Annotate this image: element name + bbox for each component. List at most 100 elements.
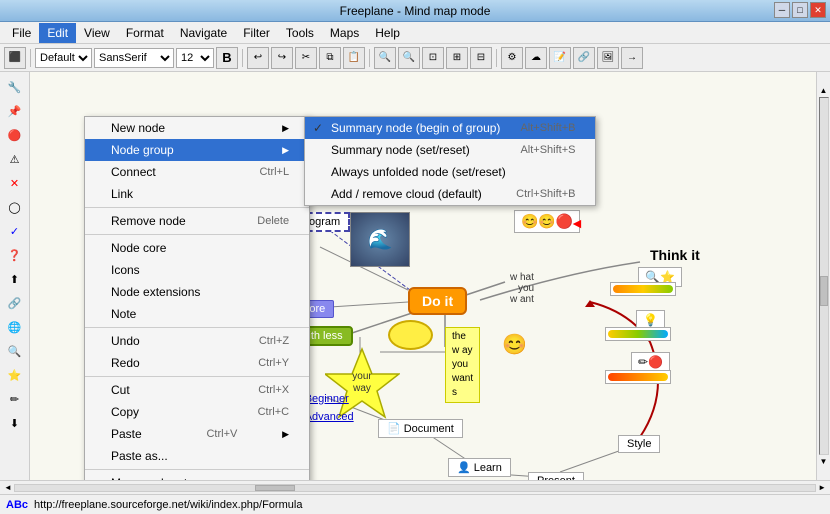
toolbar-copy[interactable]: ⧉ [319, 47, 341, 69]
minimize-button[interactable]: ─ [774, 2, 790, 18]
toolbar-btn-1[interactable]: ⬛ [4, 47, 26, 69]
yellow-cloud[interactable] [388, 320, 433, 350]
red-arrow-node[interactable]: ◄ [570, 215, 584, 231]
learn-node[interactable]: 👤 Learn [448, 458, 511, 477]
toolbar-cut[interactable]: ✂ [295, 47, 317, 69]
hscroll-left[interactable]: ◄ [4, 483, 12, 492]
icon-node-3[interactable]: ✏🔴 [631, 352, 670, 372]
sidebar: 🔧 📌 🔴 ⚠ ✕ ◯ ✓ ❓ ⬆ 🔗 🌐 🔍 ⭐ ✏ ⬇ [0, 72, 30, 480]
toolbar-zoom-in[interactable]: 🔍 [374, 47, 396, 69]
present-node[interactable]: Present [528, 472, 584, 480]
sidebar-btn-4[interactable]: ⚠ [4, 148, 26, 170]
menu-new-node[interactable]: New node ▶ [85, 117, 309, 139]
toolbar-zoom-out[interactable]: 🔍 [398, 47, 420, 69]
submenu-summary-set[interactable]: Summary node (set/reset) Alt+Shift+S [305, 139, 595, 161]
submenu-always-unfolded[interactable]: Always unfolded node (set/reset) [305, 161, 595, 183]
sidebar-btn-1[interactable]: 🔧 [4, 76, 26, 98]
bold-button[interactable]: B [216, 47, 238, 69]
menu-file[interactable]: File [4, 23, 39, 43]
menu-redo[interactable]: Redo Ctrl+Y [85, 352, 309, 374]
menu-remove-node[interactable]: Remove node Delete [85, 210, 309, 232]
hscroll-track[interactable] [14, 484, 816, 492]
maximize-button[interactable]: □ [792, 2, 808, 18]
sidebar-btn-5[interactable]: ✕ [4, 172, 26, 194]
close-button[interactable]: ✕ [810, 2, 826, 18]
menu-move-sort[interactable]: Move and sort ▶ [85, 472, 309, 480]
menu-maps[interactable]: Maps [322, 23, 367, 43]
toolbar-collapse[interactable]: ⊟ [470, 47, 492, 69]
toolbar-cloud[interactable]: ☁ [525, 47, 547, 69]
sidebar-btn-13[interactable]: ⭐ [4, 364, 26, 386]
menu-copy[interactable]: Copy Ctrl+C [85, 401, 309, 423]
menu-format[interactable]: Format [118, 23, 172, 43]
menu-cut[interactable]: Cut Ctrl+X [85, 379, 309, 401]
toolbar-note[interactable]: 📝 [549, 47, 571, 69]
menu-navigate[interactable]: Navigate [172, 23, 235, 43]
toolbar-filter[interactable]: ⚙ [501, 47, 523, 69]
hscroll-thumb[interactable] [255, 485, 295, 491]
menu-copy-label: Copy [111, 405, 139, 419]
sidebar-btn-11[interactable]: 🌐 [4, 316, 26, 338]
toolbar-sep-2 [242, 49, 243, 67]
think-it-node[interactable]: Think it [650, 247, 700, 263]
document-node[interactable]: 📄 Document [378, 419, 463, 438]
toolbar-link[interactable]: 🔗 [573, 47, 595, 69]
toolbar-undo[interactable]: ↩ [247, 47, 269, 69]
slider-node-3[interactable] [605, 370, 671, 384]
sidebar-btn-8[interactable]: ❓ [4, 244, 26, 266]
toolbar-paste[interactable]: 📋 [343, 47, 365, 69]
style-node[interactable]: Style [618, 435, 660, 453]
menu-paste[interactable]: Paste Ctrl+V ▶ [85, 423, 309, 445]
sidebar-btn-14[interactable]: ✏ [4, 388, 26, 410]
do-it-node[interactable]: Do it [408, 287, 467, 315]
toolbar-img[interactable]: 🖼 [597, 47, 619, 69]
menu-paste-as[interactable]: Paste as... [85, 445, 309, 467]
toolbar-fit[interactable]: ⊡ [422, 47, 444, 69]
sep-4 [85, 376, 309, 377]
menu-icons[interactable]: Icons [85, 259, 309, 281]
sidebar-btn-12[interactable]: 🔍 [4, 340, 26, 362]
submenu-add-cloud[interactable]: Add / remove cloud (default) Ctrl+Shift+… [305, 183, 595, 205]
slider-bar-1 [613, 285, 673, 293]
menu-note[interactable]: Note [85, 303, 309, 325]
font-select[interactable]: SansSerif [94, 48, 174, 68]
menu-node-ext[interactable]: Node extensions [85, 281, 309, 303]
style-select[interactable]: Default [35, 48, 92, 68]
the-way-node[interactable]: thew ayyouwants [445, 327, 480, 403]
menu-node-core[interactable]: Node core [85, 237, 309, 259]
menu-paste-label: Paste [111, 427, 142, 441]
image-node[interactable]: 🌊 [350, 212, 410, 267]
menu-filter[interactable]: Filter [235, 23, 278, 43]
sidebar-btn-6[interactable]: ◯ [4, 196, 26, 218]
menu-link[interactable]: Link [85, 183, 309, 205]
menu-view[interactable]: View [76, 23, 118, 43]
menu-remove-label: Remove node [111, 214, 186, 228]
menu-edit[interactable]: Edit [39, 23, 76, 43]
sidebar-btn-7[interactable]: ✓ [4, 220, 26, 242]
menu-undo[interactable]: Undo Ctrl+Z [85, 330, 309, 352]
menu-help[interactable]: Help [367, 23, 408, 43]
sidebar-btn-9[interactable]: ⬆ [4, 268, 26, 290]
sidebar-btn-10[interactable]: 🔗 [4, 292, 26, 314]
smiley-node[interactable]: 😊 [502, 332, 527, 357]
toolbar-arrow[interactable]: → [621, 47, 643, 69]
sidebar-btn-3[interactable]: 🔴 [4, 124, 26, 146]
hscrollbar[interactable]: ◄ ► [0, 480, 830, 494]
slider-node-2[interactable] [605, 327, 671, 341]
menu-node-group[interactable]: Node group ▶ [85, 139, 309, 161]
statusbar: ABc http://freeplane.sourceforge.net/wik… [0, 494, 830, 514]
slider-node-1[interactable] [610, 282, 676, 296]
menu-connect[interactable]: Connect Ctrl+L [85, 161, 309, 183]
size-select[interactable]: 12 [176, 48, 214, 68]
you-label: you [518, 283, 534, 294]
submenu-summary-begin[interactable]: ✓ Summary node (begin of group) Alt+Shif… [305, 117, 595, 139]
hscroll-right[interactable]: ► [818, 483, 826, 492]
menu-tools[interactable]: Tools [278, 23, 322, 43]
toolbar-expand[interactable]: ⊞ [446, 47, 468, 69]
image-icon: 🌊 [368, 227, 393, 252]
toolbar-redo[interactable]: ↪ [271, 47, 293, 69]
sep-3 [85, 327, 309, 328]
sidebar-btn-2[interactable]: 📌 [4, 100, 26, 122]
sidebar-btn-15[interactable]: ⬇ [4, 412, 26, 434]
slider-bar-3 [608, 373, 668, 381]
